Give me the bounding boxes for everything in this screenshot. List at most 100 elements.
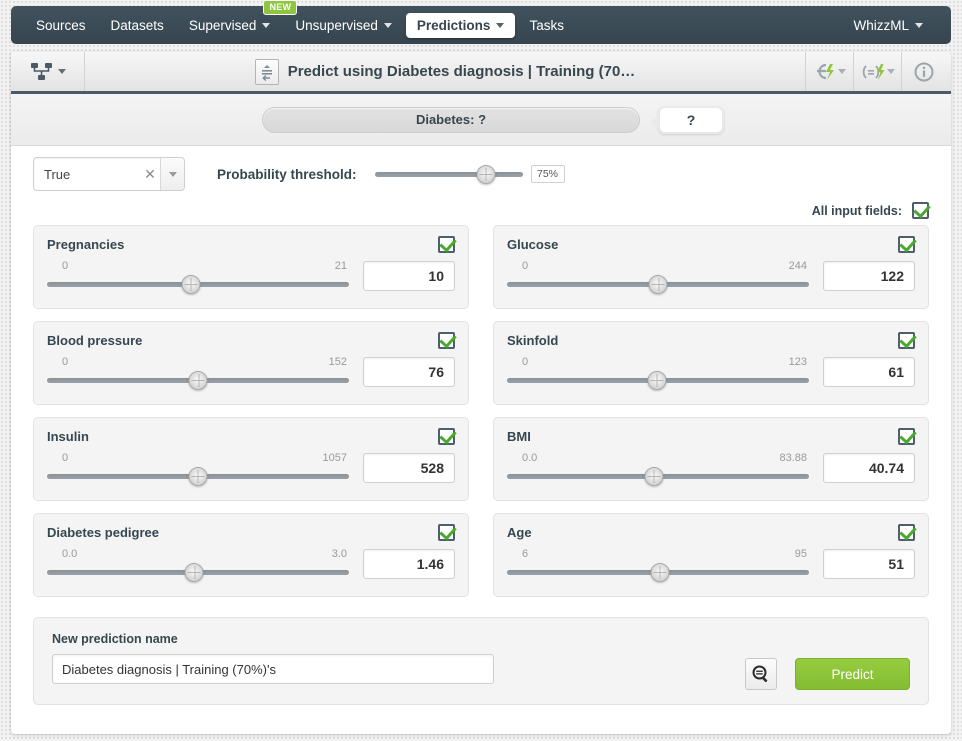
slider-handle[interactable] (648, 274, 668, 294)
field-slider-wrap: 0 21 (47, 260, 349, 294)
probability-threshold-label: Probability threshold: (217, 166, 357, 182)
batch-lightning-icon-button[interactable] (853, 52, 901, 91)
slider-handle[interactable] (181, 274, 201, 294)
field-panel: Glucose 0 244 122 (493, 225, 929, 309)
field-value-input[interactable]: 528 (363, 453, 455, 483)
field-max: 123 (788, 356, 807, 368)
field-range: 0 244 (507, 260, 809, 275)
chevron-down-icon (168, 171, 177, 177)
nav-item-sources[interactable]: Sources (25, 13, 97, 38)
field-min: 0 (62, 260, 69, 272)
field-range: 0 21 (47, 260, 349, 275)
field-body: 0 244 122 (507, 260, 915, 294)
field-value-input[interactable]: 122 (823, 261, 915, 291)
slider-handle[interactable] (650, 562, 670, 582)
card-header-actions (805, 52, 951, 91)
field-body: 0.0 83.88 40.74 (507, 452, 915, 486)
field-min: 0 (522, 260, 529, 272)
cloud-lightning-icon (816, 63, 834, 80)
field-slider[interactable] (507, 274, 809, 294)
field-min: 0.0 (62, 548, 78, 560)
objective-prediction-label: Diabetes: ? (415, 112, 487, 127)
info-icon-button[interactable] (901, 52, 951, 91)
new-prediction-name-label: New prediction name (52, 632, 178, 646)
field-enabled-checkbox[interactable] (898, 236, 915, 253)
field-enabled-checkbox[interactable] (438, 332, 455, 349)
field-range: 6 95 (507, 548, 809, 563)
nav-label: Sources (36, 17, 86, 33)
all-input-fields-checkbox[interactable] (912, 202, 929, 219)
field-slider-wrap: 6 95 (507, 548, 809, 582)
chevron-down-icon (57, 69, 66, 74)
field-enabled-checkbox[interactable] (898, 332, 915, 349)
field-slider[interactable] (47, 274, 349, 294)
cloud-lightning-icon-button[interactable] (805, 52, 853, 91)
chevron-down-icon (837, 69, 846, 74)
all-input-fields-label: All input fields: (811, 203, 902, 218)
field-body: 0 123 61 (507, 356, 915, 390)
field-enabled-checkbox[interactable] (438, 236, 455, 253)
predict-button-label: Predict (831, 666, 874, 682)
controls-row: True ✕ Probability threshold: 75% (11, 146, 951, 202)
nav-item-tasks[interactable]: Tasks (518, 13, 575, 38)
dataset-icon (254, 58, 279, 85)
field-value-input[interactable]: 40.74 (823, 453, 915, 483)
field-panel: Blood pressure 0 152 76 (33, 321, 469, 405)
field-panel: Skinfold 0 123 61 (493, 321, 929, 405)
slider-handle[interactable] (184, 562, 204, 582)
class-select-value: True (44, 166, 71, 182)
nav-label: Predictions (416, 17, 491, 33)
field-slider[interactable] (47, 370, 349, 390)
field-panel: Insulin 0 1057 528 (33, 417, 469, 501)
predict-button[interactable]: Predict (795, 658, 910, 690)
field-slider[interactable] (507, 370, 809, 390)
slider-handle[interactable] (647, 370, 667, 390)
field-slider[interactable] (507, 466, 809, 486)
field-body: 0 21 10 (47, 260, 455, 294)
nav-item-datasets[interactable]: Datasets (100, 13, 175, 38)
slider-handle[interactable] (644, 466, 664, 486)
field-enabled-checkbox[interactable] (438, 524, 455, 541)
nav-item-predictions[interactable]: Predictions (405, 12, 516, 38)
info-circle-icon (914, 62, 933, 81)
field-range: 0 152 (47, 356, 349, 371)
slider-handle[interactable] (188, 466, 208, 486)
probability-threshold-slider[interactable] (374, 164, 523, 184)
nav-label: Unsupervised (295, 17, 378, 33)
field-slider[interactable] (47, 562, 349, 582)
card-header: Predict using Diabetes diagnosis | Train… (11, 52, 951, 94)
inspect-button[interactable] (745, 658, 777, 690)
nav-item-supervised[interactable]: Supervised NEW (178, 0, 298, 38)
field-body: 0 1057 528 (47, 452, 455, 486)
field-enabled-checkbox[interactable] (898, 428, 915, 445)
class-select-arrow[interactable] (160, 158, 184, 190)
field-body: 6 95 51 (507, 548, 915, 582)
field-enabled-checkbox[interactable] (438, 428, 455, 445)
field-enabled-checkbox[interactable] (898, 524, 915, 541)
field-value-input[interactable]: 1.46 (363, 549, 455, 579)
field-max: 152 (328, 356, 347, 368)
field-header: Skinfold (507, 332, 915, 349)
clear-x-icon[interactable]: ✕ (140, 158, 160, 190)
field-value-input[interactable]: 61 (823, 357, 915, 387)
slider-handle[interactable] (188, 370, 208, 390)
class-select[interactable]: True ✕ (33, 157, 185, 191)
field-value-input[interactable]: 76 (363, 357, 455, 387)
slider-handle[interactable] (476, 164, 496, 184)
field-slider[interactable] (47, 466, 349, 486)
model-selector[interactable] (11, 52, 85, 91)
prediction-name-input[interactable]: Diabetes diagnosis | Training (70%)'s (52, 654, 494, 684)
field-slider-wrap: 0.0 3.0 (47, 548, 349, 582)
field-value-input[interactable]: 51 (823, 549, 915, 579)
field-min: 6 (522, 548, 529, 560)
field-label: Skinfold (507, 333, 559, 348)
field-slider[interactable] (507, 562, 809, 582)
nav-item-unsupervised[interactable]: Unsupervised (284, 13, 403, 38)
prediction-footer: New prediction name Diabetes diagnosis |… (33, 617, 929, 705)
field-min: 0 (62, 356, 69, 368)
field-value-input[interactable]: 10 (363, 261, 455, 291)
nav-item-whizzml[interactable]: WhizzML (842, 13, 934, 38)
prediction-value: ? (686, 111, 696, 128)
decision-tree-icon (30, 62, 52, 80)
nav-label: WhizzML (853, 17, 909, 33)
